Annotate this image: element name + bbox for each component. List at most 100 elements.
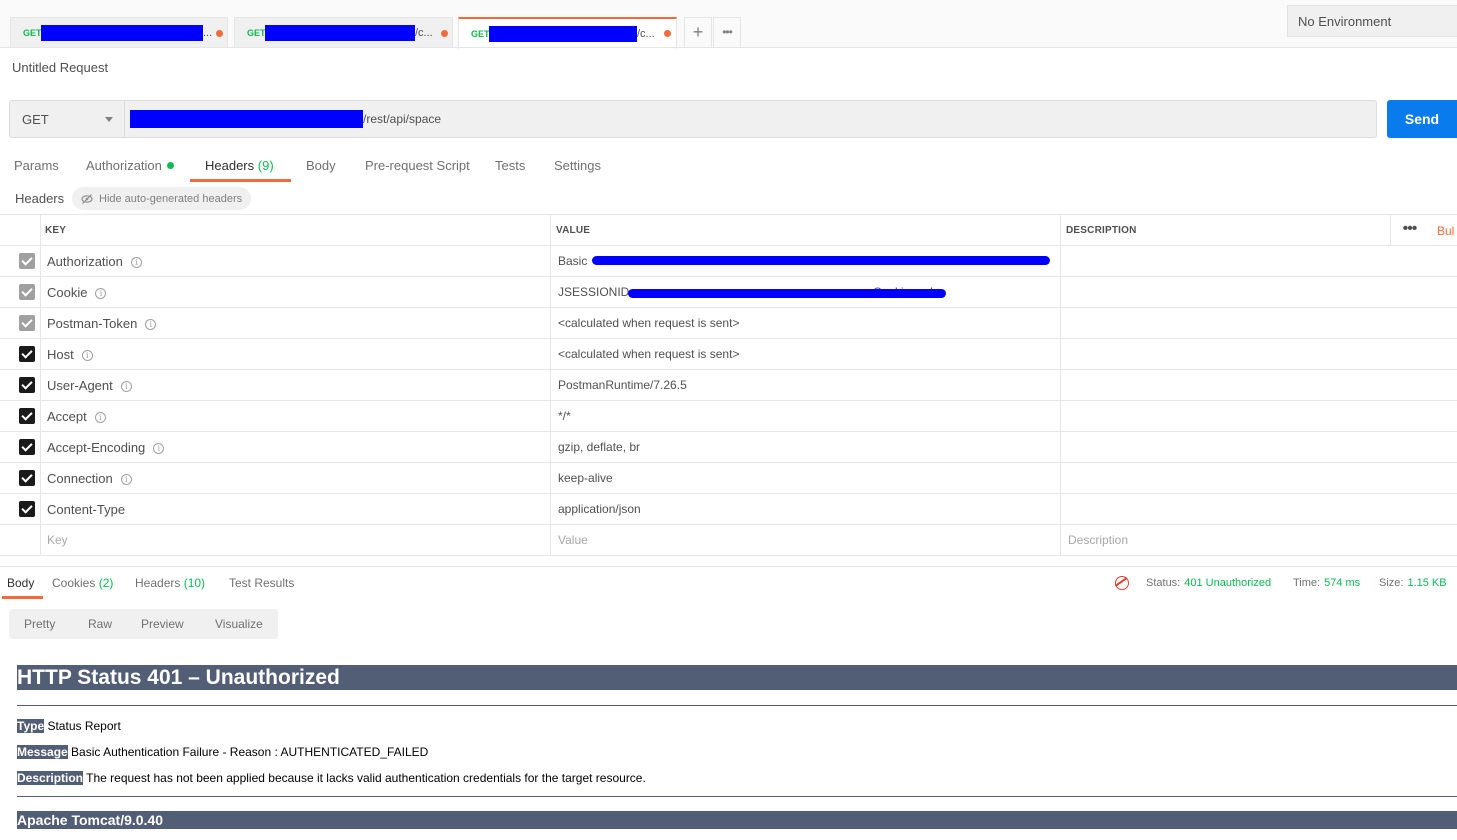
response-tab-body[interactable]: Body bbox=[7, 576, 34, 590]
redacted-text bbox=[41, 25, 203, 41]
header-key[interactable]: User-Agent i bbox=[47, 378, 132, 393]
headers-section-label: Headers bbox=[15, 191, 65, 206]
row-checkbox[interactable] bbox=[19, 346, 35, 362]
header-value[interactable]: gzip, deflate, br bbox=[558, 440, 640, 454]
row-checkbox[interactable] bbox=[19, 284, 35, 300]
server-footer: Apache Tomcat/9.0.40 bbox=[17, 811, 1457, 829]
tab-label: Headers bbox=[135, 576, 181, 590]
environment-select[interactable]: No Environment bbox=[1287, 5, 1457, 37]
new-key-input[interactable]: Key bbox=[47, 533, 68, 547]
error-message-row: Message Basic Authentication Failure - R… bbox=[17, 745, 428, 759]
tab-label: Cookies bbox=[52, 576, 96, 590]
header-key[interactable]: Content-Type bbox=[47, 502, 125, 517]
response-tab-cookies[interactable]: Cookies (2) bbox=[52, 576, 113, 590]
response-tab-test-results[interactable]: Test Results bbox=[229, 576, 294, 590]
table-row: Host i <calculated when request is sent> bbox=[0, 339, 1457, 370]
info-icon: i bbox=[95, 288, 107, 299]
row-checkbox[interactable] bbox=[19, 439, 35, 455]
redacted-text bbox=[265, 25, 415, 41]
header-value[interactable]: <calculated when request is sent> bbox=[558, 316, 739, 330]
tab-params[interactable]: Params bbox=[14, 158, 59, 173]
tab-tests[interactable]: Tests bbox=[495, 158, 525, 173]
row-checkbox[interactable] bbox=[19, 470, 35, 486]
row-checkbox[interactable] bbox=[19, 501, 35, 517]
row-checkbox[interactable] bbox=[19, 253, 35, 269]
header-value[interactable]: keep-alive bbox=[558, 471, 613, 485]
header-key[interactable]: Connection i bbox=[47, 471, 132, 486]
size-readout: Size: 1.15 KB bbox=[1379, 577, 1447, 589]
table-row: Authorization i Basic bbox=[0, 246, 1457, 277]
divider bbox=[17, 705, 1457, 706]
header-key[interactable]: Cookie i bbox=[47, 285, 107, 300]
tab-body[interactable]: Body bbox=[306, 158, 336, 173]
tab-label: Authorization bbox=[86, 158, 162, 173]
header-value-text: JSESSIONID= bbox=[558, 285, 637, 299]
view-raw-button[interactable]: Raw bbox=[88, 617, 112, 631]
header-value[interactable]: */* bbox=[558, 409, 571, 423]
tab-label: Settings bbox=[554, 158, 601, 173]
header-key[interactable]: Postman-Token i bbox=[47, 316, 157, 331]
table-row: Content-Type application/json bbox=[0, 494, 1457, 525]
tab-headers[interactable]: Headers (9) bbox=[205, 158, 274, 173]
tab-label: Headers bbox=[205, 158, 255, 173]
table-row: Postman-Token i <calculated when request … bbox=[0, 308, 1457, 339]
new-tab-button[interactable]: + bbox=[684, 17, 712, 48]
header-key[interactable]: Accept-Encoding i bbox=[47, 440, 165, 455]
error-type-value: Status Report bbox=[47, 719, 121, 733]
redacted-text bbox=[130, 110, 363, 128]
response-divider bbox=[0, 566, 1457, 567]
row-checkbox[interactable] bbox=[19, 408, 35, 424]
tab-name: ... bbox=[203, 27, 213, 39]
table-more-button[interactable]: ••• bbox=[1390, 215, 1428, 246]
table-header-row: KEY VALUE DESCRIPTION ••• Bul bbox=[0, 214, 1457, 246]
header-value[interactable]: application/json bbox=[558, 502, 641, 516]
tab-pre-request-script[interactable]: Pre-request Script bbox=[365, 158, 470, 173]
bulk-edit-link[interactable]: Bul bbox=[1437, 224, 1454, 238]
active-tab-indicator bbox=[2, 596, 43, 599]
view-visualize-button[interactable]: Visualize bbox=[215, 617, 263, 631]
unsaved-dot-icon bbox=[216, 30, 223, 37]
new-description-input[interactable]: Description bbox=[1068, 533, 1128, 547]
unsaved-dot-icon bbox=[441, 30, 448, 37]
tab-label: Tests bbox=[495, 158, 526, 173]
method-select[interactable]: GET bbox=[9, 100, 125, 138]
url-input[interactable]: /rest/api/space bbox=[124, 100, 1377, 138]
header-key[interactable]: Host i bbox=[47, 347, 93, 362]
tab-bar-divider bbox=[0, 47, 1457, 48]
header-key[interactable]: Accept i bbox=[47, 409, 106, 424]
view-preview-button[interactable]: Preview bbox=[141, 617, 184, 631]
info-icon: i bbox=[120, 381, 132, 392]
request-tab-3[interactable]: GET /c... bbox=[458, 17, 677, 49]
header-value[interactable]: Basic bbox=[558, 254, 587, 268]
error-type-row: Type Status Report bbox=[17, 719, 121, 733]
request-tab-2[interactable]: GET /c... bbox=[234, 17, 453, 48]
globe-error-icon[interactable] bbox=[1115, 576, 1129, 590]
request-title[interactable]: Untitled Request bbox=[12, 60, 108, 75]
request-tab-1[interactable]: GET ... bbox=[10, 17, 228, 48]
headers-table: KEY VALUE DESCRIPTION ••• Bul Authorizat… bbox=[0, 214, 1457, 556]
tab-more-button[interactable]: ••• bbox=[713, 17, 741, 48]
info-icon: i bbox=[153, 443, 165, 454]
info-icon: i bbox=[145, 319, 157, 330]
tab-method-label: GET bbox=[247, 28, 266, 38]
time-readout: Time: 574 ms bbox=[1293, 577, 1360, 589]
tab-settings[interactable]: Settings bbox=[554, 158, 601, 173]
hide-auto-headers-button[interactable]: Hide auto-generated headers bbox=[72, 187, 252, 210]
hide-auto-label: Hide auto-generated headers bbox=[99, 192, 243, 205]
row-checkbox[interactable] bbox=[19, 377, 35, 393]
response-tab-headers[interactable]: Headers (10) bbox=[135, 576, 205, 590]
new-value-input[interactable]: Value bbox=[558, 533, 588, 547]
row-checkbox[interactable] bbox=[19, 315, 35, 331]
view-pretty-button[interactable]: Pretty bbox=[24, 617, 55, 631]
table-row: User-Agent i PostmanRuntime/7.26.5 bbox=[0, 370, 1457, 401]
active-tab-indicator bbox=[190, 179, 291, 182]
header-value[interactable]: PostmanRuntime/7.26.5 bbox=[558, 378, 687, 392]
header-key[interactable]: Authorization i bbox=[47, 254, 142, 269]
tab-name: /c... bbox=[415, 27, 433, 39]
header-value[interactable]: <calculated when request is sent> bbox=[558, 347, 739, 361]
new-header-row: Key Value Description bbox=[0, 525, 1457, 556]
tab-authorization[interactable]: Authorization bbox=[86, 158, 174, 173]
error-description-value: The request has not been applied because… bbox=[86, 771, 646, 785]
send-button[interactable]: Send bbox=[1387, 100, 1457, 138]
eye-off-icon bbox=[81, 193, 93, 204]
